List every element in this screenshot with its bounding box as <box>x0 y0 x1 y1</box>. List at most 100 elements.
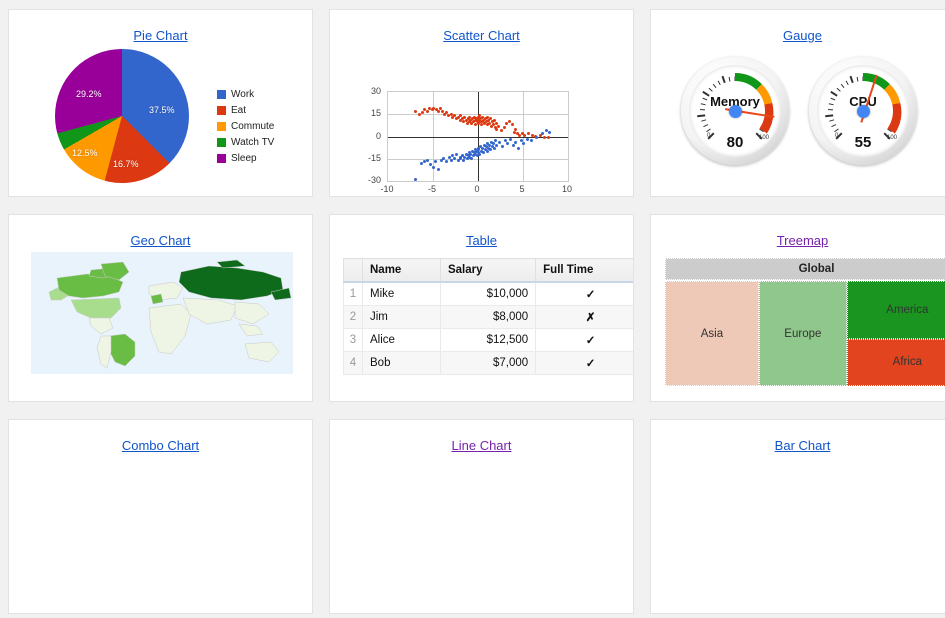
line-chart-title-link[interactable]: Line Chart <box>330 438 633 453</box>
table-header-name[interactable]: Name <box>363 259 441 283</box>
scatter-chart-title-link[interactable]: Scatter Chart <box>330 28 633 43</box>
table-header-fulltime[interactable]: Full Time <box>536 259 634 283</box>
table-cell-rownum: 4 <box>344 352 363 375</box>
scatter-point[interactable] <box>511 123 514 126</box>
scatter-point[interactable] <box>523 134 526 137</box>
table-title-link[interactable]: Table <box>330 233 633 248</box>
table-header-rownum[interactable] <box>344 259 363 283</box>
scatter-point[interactable] <box>548 131 551 134</box>
treemap-cell-asia[interactable]: Asia <box>665 281 759 386</box>
scatter-point[interactable] <box>489 148 492 151</box>
gauge-memory-value: 80 <box>689 134 781 151</box>
gauge-title-link[interactable]: Gauge <box>651 28 945 43</box>
scatter-point[interactable] <box>513 131 516 134</box>
scatter-point[interactable] <box>501 145 504 148</box>
pie-graphic[interactable] <box>55 49 189 183</box>
scatter-point[interactable] <box>530 139 533 142</box>
legend-item-watch-tv[interactable]: Watch TV <box>217 137 274 148</box>
scatter-point[interactable] <box>498 141 501 144</box>
scatter-point[interactable] <box>500 129 503 132</box>
scatter-point[interactable] <box>541 132 544 135</box>
scatter-point[interactable] <box>543 136 546 139</box>
treemap-title-link[interactable]: Treemap <box>651 233 945 248</box>
scatter-point[interactable] <box>486 150 489 153</box>
scatter-point[interactable] <box>503 126 506 129</box>
scatter-xtick: 5 <box>507 184 537 194</box>
table-header-salary[interactable]: Salary <box>440 259 535 283</box>
legend-item-sleep[interactable]: Sleep <box>217 153 274 164</box>
scatter-point[interactable] <box>426 110 429 113</box>
geo-map[interactable] <box>31 252 293 374</box>
bar-plot-area[interactable] <box>729 479 915 563</box>
legend-swatch-sleep <box>217 154 226 163</box>
scatter-point[interactable] <box>547 136 550 139</box>
table-cell-fulltime: ✓ <box>536 352 634 375</box>
legend-item-commute[interactable]: Commute <box>217 121 274 132</box>
scatter-plot-area[interactable] <box>387 91 569 182</box>
treemap-cell-africa[interactable]: Africa <box>847 339 945 386</box>
scatter-point[interactable] <box>455 153 458 156</box>
scatter-point[interactable] <box>426 159 429 162</box>
scatter-point[interactable] <box>512 144 515 147</box>
scatter-point[interactable] <box>509 138 512 141</box>
scatter-point[interactable] <box>531 134 534 137</box>
treemap-cell-europe[interactable]: Europe <box>759 281 847 386</box>
table-cell-salary: $12,500 <box>440 329 535 352</box>
scatter-point[interactable] <box>470 157 473 160</box>
scatter-point[interactable] <box>432 166 435 169</box>
bar-chart-title-link[interactable]: Bar Chart <box>651 438 945 453</box>
table-row[interactable]: 2 Jim $8,000 ✗ <box>344 306 635 329</box>
scatter-point[interactable] <box>492 142 495 145</box>
pie-chart-title-link[interactable]: Pie Chart <box>9 28 312 43</box>
line-plot-area[interactable] <box>392 477 588 565</box>
table-row[interactable]: 4 Bob $7,000 ✓ <box>344 352 635 375</box>
scatter-point[interactable] <box>495 144 498 147</box>
scatter-axis-x <box>388 137 568 138</box>
treemap-cell-america[interactable]: America <box>847 281 945 339</box>
scatter-point[interactable] <box>445 160 448 163</box>
legend-swatch-watch-tv <box>217 138 226 147</box>
scatter-ytick: 15 <box>351 108 381 118</box>
scatter-point[interactable] <box>414 110 417 113</box>
legend-item-work[interactable]: Work <box>217 89 274 100</box>
scatter-point[interactable] <box>517 147 520 150</box>
scatter-point[interactable] <box>437 168 440 171</box>
treemap-root-cell[interactable]: Global <box>665 258 945 280</box>
treemap-body: Global Asia Europe America Africa <box>665 258 945 386</box>
scatter-point[interactable] <box>478 153 481 156</box>
scatter-point[interactable] <box>493 147 496 150</box>
scatter-point[interactable] <box>495 128 498 131</box>
scatter-point[interactable] <box>497 125 500 128</box>
combo-chart-body <box>9 453 312 593</box>
table-row[interactable]: 3 Alice $12,500 ✓ <box>344 329 635 352</box>
geo-chart-title-link[interactable]: Geo Chart <box>9 233 312 248</box>
table-cell-salary: $7,000 <box>440 352 535 375</box>
scatter-point[interactable] <box>462 159 465 162</box>
gauge-memory[interactable]: Memory 0 100 80 <box>681 57 789 165</box>
combo-plot-area[interactable] <box>77 477 267 560</box>
scatter-point[interactable] <box>423 160 426 163</box>
combo-chart-title-link[interactable]: Combo Chart <box>9 438 312 453</box>
bar-chart-body <box>651 453 945 598</box>
scatter-point[interactable] <box>414 178 417 181</box>
scatter-point[interactable] <box>482 151 485 154</box>
scatter-point[interactable] <box>526 138 529 141</box>
scatter-point[interactable] <box>437 110 440 113</box>
scatter-point[interactable] <box>527 132 530 135</box>
scatter-point[interactable] <box>434 160 437 163</box>
scatter-point[interactable] <box>514 141 517 144</box>
scatter-point[interactable] <box>423 108 426 111</box>
scatter-point[interactable] <box>506 142 509 145</box>
gauge-cpu[interactable]: CPU 0 100 55 <box>809 57 917 165</box>
legend-item-eat[interactable]: Eat <box>217 105 274 116</box>
scatter-point[interactable] <box>514 128 517 131</box>
scatter-point[interactable] <box>535 136 538 139</box>
table-cell-name: Jim <box>363 306 441 329</box>
gauge-cpu-face: CPU 0 100 55 <box>817 65 909 157</box>
scatter-point[interactable] <box>450 159 453 162</box>
legend-swatch-work <box>217 90 226 99</box>
scatter-ytick: -15 <box>351 153 381 163</box>
table-row[interactable]: 1 Mike $10,000 ✓ <box>344 282 635 306</box>
scatter-point[interactable] <box>453 157 456 160</box>
gauge-cpu-value: 55 <box>817 134 909 151</box>
